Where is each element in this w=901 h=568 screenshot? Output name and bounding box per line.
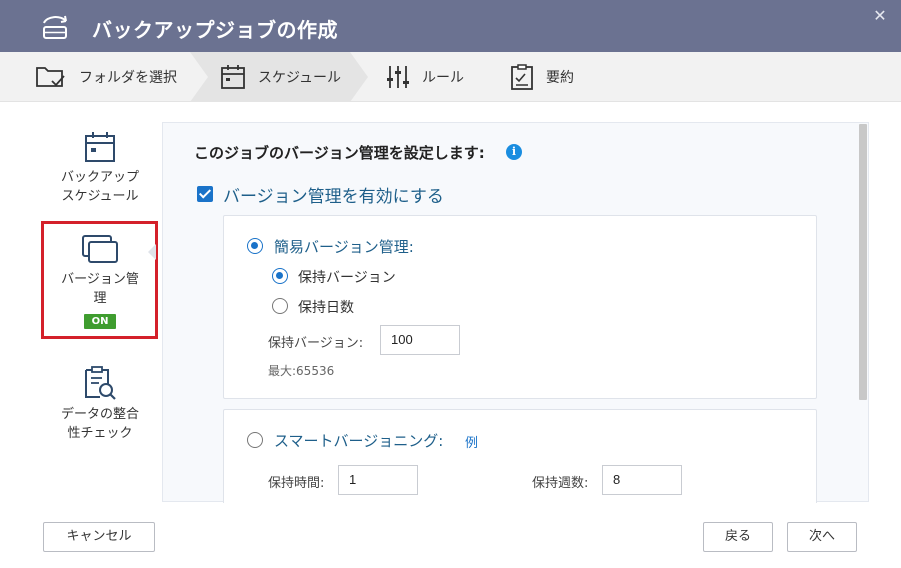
step-label: フォルダを選択 xyxy=(79,70,177,86)
enable-versioning-label[interactable]: バージョン管理を有効にする xyxy=(223,182,444,207)
folder-check-icon xyxy=(36,67,65,87)
keep-hours-input[interactable]: 1 xyxy=(338,465,418,495)
step-summary: 要約 xyxy=(510,52,574,102)
smart-versioning-label[interactable]: スマートバージョニング: xyxy=(274,430,443,451)
sliders-icon xyxy=(387,66,409,88)
versions-icon xyxy=(82,235,118,263)
window-title: バックアップジョブの作成 xyxy=(92,18,338,42)
keep-hours-label: 保持時間: xyxy=(268,476,325,491)
step-label: 要約 xyxy=(546,70,574,86)
backup-drive-icon xyxy=(43,15,67,39)
keep-versions-input[interactable]: 100 xyxy=(380,325,460,355)
max-hint: 最大:65536 xyxy=(268,364,335,378)
cancel-button[interactable]: キャンセル xyxy=(43,522,155,552)
sidebar-item-versioning[interactable]: バージョン管 理 ON xyxy=(40,234,160,330)
keep-days-radio[interactable] xyxy=(272,298,288,314)
calendar-icon xyxy=(221,65,245,89)
clipboard-icon xyxy=(511,64,533,90)
wizard-steps: フォルダを選択 スケジュール ルール 要約 xyxy=(0,52,901,102)
smart-versioning-radio[interactable] xyxy=(247,432,263,448)
calendar-icon xyxy=(85,132,115,162)
step-label: ルール xyxy=(422,70,464,86)
keep-versions-radio[interactable] xyxy=(272,268,288,284)
scrollbar[interactable] xyxy=(859,124,867,400)
keep-versions-field-label: 保持バージョン: xyxy=(268,336,364,351)
sidebar-item-label: バージョン管 理 xyxy=(61,272,139,306)
sidebar-item-label: バックアップ スケジュール xyxy=(60,170,139,204)
step-label: スケジュール xyxy=(258,70,342,86)
panel-bottom-edge xyxy=(160,503,872,511)
smart-versioning-card xyxy=(223,409,817,509)
simple-versioning-radio[interactable] xyxy=(247,238,263,254)
close-button[interactable]: ✕ xyxy=(870,6,890,26)
step-select-folder: フォルダを選択 xyxy=(35,52,177,102)
step-schedule: スケジュール xyxy=(220,52,341,102)
keep-days-option-label[interactable]: 保持日数 xyxy=(298,297,354,317)
keep-weeks-input[interactable]: 8 xyxy=(602,465,682,495)
enable-versioning-checkbox[interactable] xyxy=(197,186,213,202)
back-button[interactable]: 戻る xyxy=(703,522,773,552)
info-icon[interactable]: i xyxy=(506,144,522,160)
keep-versions-option-label[interactable]: 保持バージョン xyxy=(298,267,396,287)
page-title: このジョブのバージョン管理を設定します: xyxy=(194,144,485,162)
step-rules: ルール xyxy=(386,52,464,102)
keep-weeks-label: 保持週数: xyxy=(532,476,589,491)
sidebar-item-backup-schedule[interactable]: バックアップ スケジュール xyxy=(40,130,160,206)
simple-versioning-label[interactable]: 簡易バージョン管理: xyxy=(274,236,414,257)
sidebar-item-label: データの整合 性チェック xyxy=(60,407,139,441)
next-button[interactable]: 次へ xyxy=(787,522,857,552)
title-bar: バックアップジョブの作成 ✕ xyxy=(0,0,901,52)
sidebar-item-integrity-check[interactable]: データの整合 性チェック xyxy=(40,365,160,443)
status-badge: ON xyxy=(83,314,117,329)
example-link[interactable]: 例 xyxy=(465,432,478,451)
clipboard-search-icon xyxy=(85,366,116,400)
